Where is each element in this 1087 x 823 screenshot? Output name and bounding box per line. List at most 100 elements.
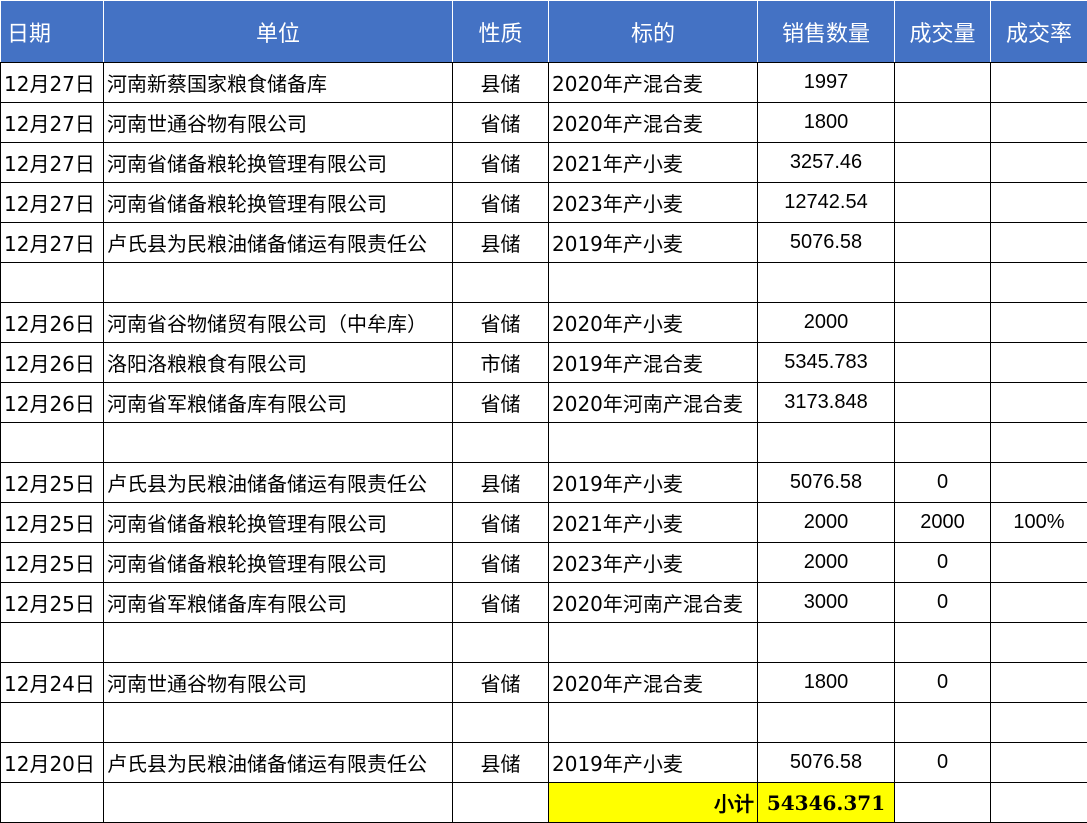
cell-deal-rate[interactable]	[990, 182, 1087, 223]
cell-unit[interactable]: 卢氏县为民粮油储备储运有限责任公	[103, 462, 453, 503]
cell-type[interactable]: 省储	[452, 582, 549, 623]
cell-quantity[interactable]: 5076.58	[757, 742, 895, 783]
cell-date[interactable]	[0, 622, 104, 663]
cell-item[interactable]	[548, 422, 758, 463]
cell-date[interactable]: 12月27日	[0, 62, 104, 103]
cell-date[interactable]: 12月24日	[0, 662, 104, 703]
cell-quantity[interactable]: 3257.46	[757, 142, 895, 183]
cell-unit[interactable]: 河南省储备粮轮换管理有限公司	[103, 542, 453, 583]
cell-type[interactable]: 省储	[452, 142, 549, 183]
cell-date[interactable]: 12月25日	[0, 462, 104, 503]
cell-deal-volume[interactable]	[894, 302, 991, 343]
cell-type[interactable]: 县储	[452, 742, 549, 783]
cell-deal-rate[interactable]	[990, 142, 1087, 183]
cell-date[interactable]: 12月27日	[0, 142, 104, 183]
cell-quantity[interactable]: 3000	[757, 582, 895, 623]
cell-date[interactable]	[0, 422, 104, 463]
cell-deal-rate[interactable]	[990, 382, 1087, 423]
cell-type[interactable]: 省储	[452, 302, 549, 343]
cell-deal-volume[interactable]	[894, 382, 991, 423]
cell-deal-rate[interactable]: 100%	[990, 502, 1087, 543]
header-date[interactable]: 日期	[0, 0, 104, 63]
cell-type[interactable]: 省储	[452, 182, 549, 223]
cell-item[interactable]: 2021年产小麦	[548, 142, 758, 183]
cell-type[interactable]: 县储	[452, 462, 549, 503]
cell-type[interactable]	[452, 702, 549, 743]
cell-deal-volume[interactable]: 2000	[894, 502, 991, 543]
cell-unit[interactable]: 洛阳洛粮粮食有限公司	[103, 342, 453, 383]
cell-type[interactable]: 省储	[452, 102, 549, 143]
cell-unit[interactable]: 河南省谷物储贸有限公司（中牟库）	[103, 302, 453, 343]
table-cell[interactable]	[990, 782, 1087, 823]
cell-type[interactable]: 县储	[452, 222, 549, 263]
cell-deal-volume[interactable]	[894, 142, 991, 183]
cell-type[interactable]	[452, 622, 549, 663]
cell-unit[interactable]: 河南省军粮储备库有限公司	[103, 582, 453, 623]
header-deal-rate[interactable]: 成交率	[990, 0, 1087, 63]
cell-deal-rate[interactable]	[990, 102, 1087, 143]
cell-type[interactable]	[452, 262, 549, 303]
header-type[interactable]: 性质	[452, 0, 549, 63]
cell-item[interactable]: 2020年河南产混合麦	[548, 382, 758, 423]
cell-deal-rate[interactable]	[990, 702, 1087, 743]
cell-deal-volume[interactable]	[894, 102, 991, 143]
cell-unit[interactable]: 河南世通谷物有限公司	[103, 662, 453, 703]
cell-deal-volume[interactable]: 0	[894, 742, 991, 783]
cell-deal-rate[interactable]	[990, 742, 1087, 783]
cell-deal-rate[interactable]	[990, 302, 1087, 343]
cell-deal-rate[interactable]	[990, 422, 1087, 463]
cell-unit[interactable]	[103, 422, 453, 463]
header-deal-volume[interactable]: 成交量	[894, 0, 991, 63]
cell-deal-rate[interactable]	[990, 222, 1087, 263]
cell-quantity[interactable]: 1800	[757, 662, 895, 703]
cell-date[interactable]: 12月27日	[0, 102, 104, 143]
cell-item[interactable]: 2023年产小麦	[548, 542, 758, 583]
cell-unit[interactable]	[103, 702, 453, 743]
cell-date[interactable]: 12月26日	[0, 302, 104, 343]
cell-deal-volume[interactable]	[894, 702, 991, 743]
cell-date[interactable]	[0, 262, 104, 303]
cell-quantity[interactable]: 5076.58	[757, 462, 895, 503]
header-item[interactable]: 标的	[548, 0, 758, 63]
cell-deal-volume[interactable]	[894, 622, 991, 663]
cell-deal-volume[interactable]: 0	[894, 662, 991, 703]
cell-quantity[interactable]: 2000	[757, 502, 895, 543]
cell-type[interactable]	[452, 422, 549, 463]
cell-deal-rate[interactable]	[990, 542, 1087, 583]
cell-deal-volume[interactable]: 0	[894, 582, 991, 623]
cell-date[interactable]: 12月27日	[0, 222, 104, 263]
cell-date[interactable]: 12月20日	[0, 742, 104, 783]
cell-deal-rate[interactable]	[990, 342, 1087, 383]
cell-deal-volume[interactable]	[894, 182, 991, 223]
cell-item[interactable]: 2020年河南产混合麦	[548, 582, 758, 623]
cell-quantity[interactable]	[757, 262, 895, 303]
cell-unit[interactable]: 河南省储备粮轮换管理有限公司	[103, 502, 453, 543]
cell-unit[interactable]: 河南世通谷物有限公司	[103, 102, 453, 143]
cell-deal-volume[interactable]	[894, 62, 991, 103]
cell-unit[interactable]: 河南省军粮储备库有限公司	[103, 382, 453, 423]
cell-deal-volume[interactable]	[894, 342, 991, 383]
cell-type[interactable]: 省储	[452, 542, 549, 583]
table-cell[interactable]	[103, 782, 453, 823]
cell-deal-rate[interactable]	[990, 662, 1087, 703]
header-quantity[interactable]: 销售数量	[757, 0, 895, 63]
cell-item[interactable]: 2019年产小麦	[548, 742, 758, 783]
cell-unit[interactable]: 河南省储备粮轮换管理有限公司	[103, 142, 453, 183]
cell-deal-rate[interactable]	[990, 622, 1087, 663]
cell-quantity[interactable]: 3173.848	[757, 382, 895, 423]
cell-unit[interactable]	[103, 262, 453, 303]
cell-type[interactable]: 省储	[452, 662, 549, 703]
cell-quantity[interactable]: 1997	[757, 62, 895, 103]
table-cell[interactable]	[452, 782, 549, 823]
cell-quantity[interactable]: 1800	[757, 102, 895, 143]
cell-item[interactable]	[548, 702, 758, 743]
cell-date[interactable]: 12月26日	[0, 382, 104, 423]
cell-deal-rate[interactable]	[990, 262, 1087, 303]
subtotal-label[interactable]: 小计	[548, 782, 758, 823]
cell-deal-rate[interactable]	[990, 462, 1087, 503]
cell-type[interactable]: 省储	[452, 382, 549, 423]
cell-date[interactable]: 12月25日	[0, 502, 104, 543]
cell-item[interactable]: 2020年产混合麦	[548, 662, 758, 703]
cell-item[interactable]: 2023年产小麦	[548, 182, 758, 223]
cell-deal-volume[interactable]: 0	[894, 462, 991, 503]
